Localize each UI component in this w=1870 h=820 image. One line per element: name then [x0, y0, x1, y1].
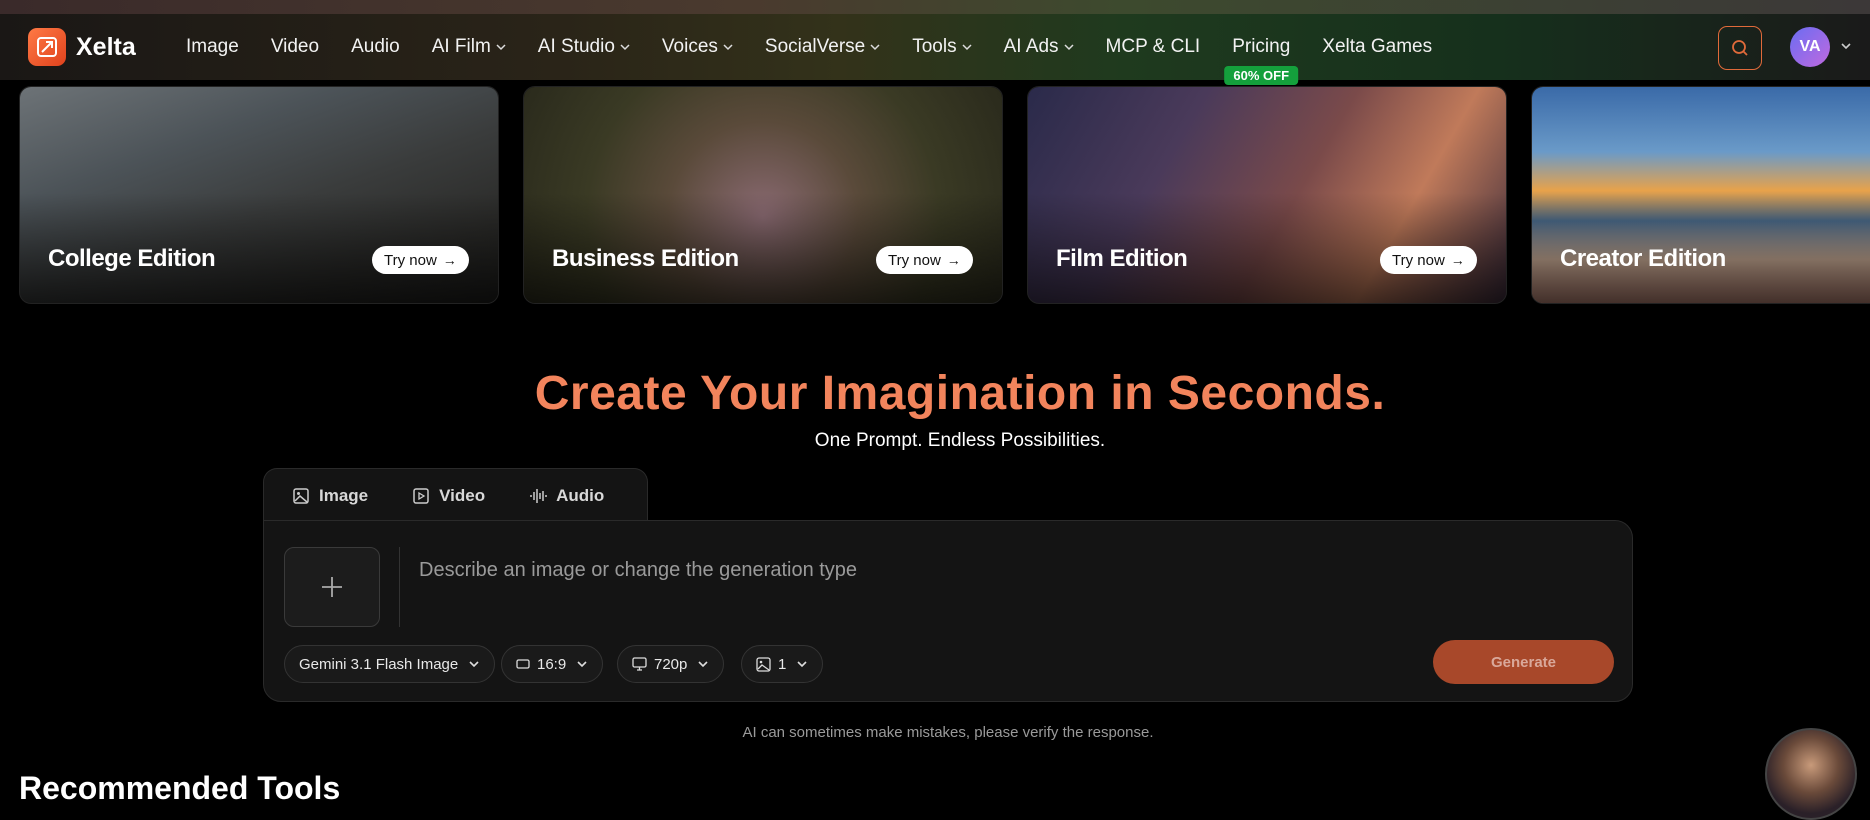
card-college-edition[interactable]: College Edition Try now → [19, 86, 499, 304]
model-select[interactable]: Gemini 3.1 Flash Image [284, 645, 496, 683]
image-icon [293, 487, 309, 504]
top-banner-strip [0, 0, 1870, 14]
logo[interactable]: Xelta [28, 28, 136, 66]
nav-socialverse[interactable]: SocialVerse [765, 36, 880, 58]
tab-label: Image [319, 485, 369, 505]
button-label: Try now [1392, 251, 1445, 269]
chevron-down-icon[interactable] [1840, 40, 1852, 52]
search-button[interactable] [1718, 26, 1762, 70]
image-icon [756, 656, 771, 672]
nav-pricing[interactable]: Pricing 60% OFF [1224, 36, 1299, 85]
resolution-select[interactable]: 720p [617, 645, 725, 683]
chevron-down-icon [469, 661, 479, 668]
nav-label: Audio [351, 36, 400, 57]
nav-mcp-cli[interactable]: MCP & CLI [1106, 36, 1201, 58]
aspect-ratio-icon [516, 659, 530, 669]
chevron-down-icon [496, 44, 506, 51]
edition-carousel: College Edition Try now → Business Editio… [0, 86, 1870, 304]
section-title: Recommended Tools [19, 770, 341, 806]
tab-label: Video [439, 485, 486, 505]
prompt-panel: Gemini 3.1 Flash Image 16:9 720p 1 Gener… [263, 520, 1633, 702]
hero-title: Create Your Imagination in Seconds. [534, 367, 1386, 420]
navbar: Xelta Image Video Audio AI Film AI Studi… [0, 14, 1870, 85]
upload-button[interactable] [284, 547, 380, 627]
aspect-ratio-select[interactable]: 16:9 [501, 645, 604, 683]
model-value: Gemini 3.1 Flash Image [299, 655, 459, 673]
chevron-down-icon [797, 661, 807, 668]
try-now-button[interactable]: Try now → [876, 246, 973, 274]
aspect-ratio-value: 16:9 [537, 655, 567, 673]
search-icon [1732, 40, 1748, 56]
chevron-down-icon [962, 44, 972, 51]
arrow-right-icon: → [1450, 252, 1465, 268]
hero-subtitle: One Prompt. Endless Possibilities. [814, 430, 1106, 451]
play-icon [413, 487, 429, 504]
tab-label: Audio [556, 485, 605, 505]
button-label: Try now [888, 251, 941, 269]
nav-label: Tools [912, 36, 957, 57]
button-label: Try now [384, 251, 437, 269]
main-nav: Image Video Audio AI Film AI Studio Voic… [170, 14, 1448, 85]
card-creator-edition[interactable]: Creator Edition [1531, 86, 1870, 304]
nav-label: AI Studio [537, 36, 615, 57]
tab-audio[interactable]: Audio [529, 486, 604, 506]
nav-label: MCP & CLI [1105, 36, 1201, 57]
chevron-down-icon [620, 44, 630, 51]
monitor-icon [632, 657, 647, 671]
chevron-down-icon [577, 661, 587, 668]
brand-name: Xelta [76, 32, 136, 61]
discount-badge: 60% OFF [1224, 66, 1299, 85]
user-avatar[interactable]: VA [1790, 27, 1830, 67]
try-now-button[interactable]: Try now → [372, 246, 469, 274]
chevron-down-icon [1063, 44, 1074, 51]
tab-image[interactable]: Image [292, 486, 368, 506]
card-title: Business Edition [552, 245, 739, 272]
nav-ai-studio[interactable]: AI Studio [538, 36, 630, 58]
nav-label: Xelta Games [1322, 36, 1433, 57]
card-title: Creator Edition [1560, 245, 1726, 272]
count-value: 1 [778, 655, 787, 673]
chevron-down-icon [870, 44, 880, 51]
plus-icon [322, 577, 342, 597]
nav-label: Voices [661, 36, 718, 57]
nav-video[interactable]: Video [271, 36, 319, 58]
resolution-value: 720p [654, 655, 688, 673]
generate-button[interactable]: Generate [1433, 640, 1614, 684]
generation-type-tabs: Image Video Audio [263, 468, 648, 522]
nav-ai-ads[interactable]: AI Ads [1004, 36, 1074, 58]
nav-image[interactable]: Image [186, 36, 239, 58]
chevron-down-icon [723, 44, 733, 51]
assistant-avatar[interactable] [1765, 728, 1857, 820]
arrow-right-icon: → [946, 252, 961, 268]
card-title: Film Edition [1056, 245, 1188, 272]
nav-label: Pricing [1232, 36, 1291, 57]
tab-video[interactable]: Video [412, 486, 485, 506]
nav-label: AI Ads [1003, 36, 1059, 57]
nav-label: Image [186, 36, 239, 57]
nav-label: Video [270, 36, 320, 57]
nav-label: SocialVerse [764, 36, 866, 57]
try-now-button[interactable]: Try now → [1380, 246, 1477, 274]
ai-disclaimer: AI can sometimes make mistakes, please v… [742, 724, 1154, 741]
card-film-edition[interactable]: Film Edition Try now → [1027, 86, 1507, 304]
nav-xelta-games[interactable]: Xelta Games [1322, 36, 1432, 58]
image-count-select[interactable]: 1 [741, 645, 824, 683]
card-business-edition[interactable]: Business Edition Try now → [523, 86, 1003, 304]
nav-audio[interactable]: Audio [351, 36, 400, 58]
chevron-down-icon [698, 661, 708, 668]
arrow-right-icon: → [442, 252, 457, 268]
nav-tools[interactable]: Tools [912, 36, 972, 58]
waveform-icon [530, 488, 547, 503]
logo-icon [28, 28, 66, 66]
nav-label: AI Film [431, 36, 491, 57]
divider [399, 547, 400, 627]
card-title: College Edition [48, 245, 216, 272]
nav-ai-film[interactable]: AI Film [432, 36, 506, 58]
prompt-input[interactable] [419, 559, 1239, 582]
nav-voices[interactable]: Voices [662, 36, 733, 58]
